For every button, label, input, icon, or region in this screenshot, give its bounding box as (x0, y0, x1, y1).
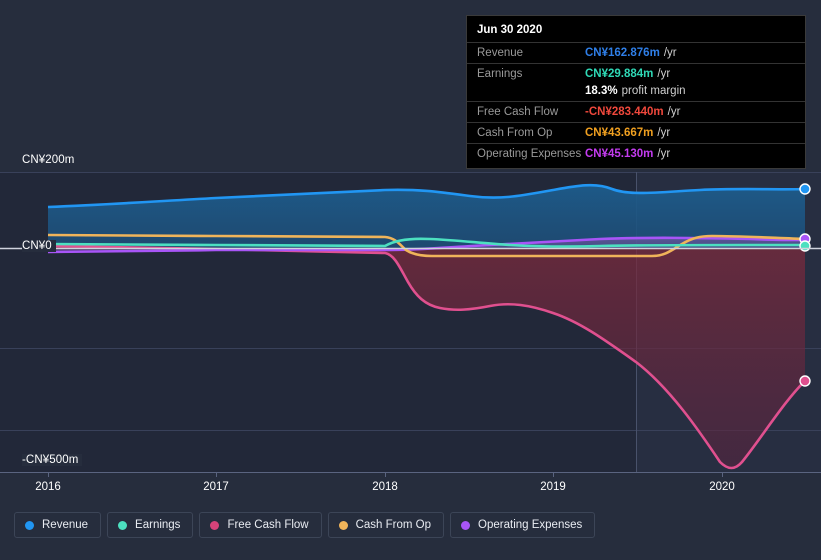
legend-dot-free-cash-flow-icon (210, 520, 220, 530)
tooltip-row-operating-expenses: Operating Expenses CN¥45.130m /yr (467, 143, 805, 164)
legend-item-revenue[interactable]: Revenue (14, 512, 102, 538)
chart-tooltip: Jun 30 2020 Revenue CN¥162.876m /yr Earn… (466, 15, 806, 169)
tooltip-row-cash-from-op: Cash From Op CN¥43.667m /yr (467, 122, 805, 143)
y-axis-label-minus500m: -CN¥500m (22, 454, 83, 466)
x-axis-label-2019: 2019 (540, 481, 566, 493)
tooltip-label-cash-from-op: Cash From Op (477, 127, 553, 139)
tooltip-label-revenue: Revenue (477, 47, 524, 59)
tooltip-value-earnings: CN¥29.884m (585, 68, 654, 80)
tooltip-row-revenue: Revenue CN¥162.876m /yr (467, 42, 805, 63)
x-axis-label-2018: 2018 (372, 481, 398, 493)
tooltip-value-profit-margin: 18.3% (585, 85, 618, 97)
tooltip-row-earnings: Earnings CN¥29.884m /yr (467, 63, 805, 84)
x-axis-label-2020: 2020 (709, 481, 735, 493)
legend-item-earnings[interactable]: Earnings (107, 512, 194, 538)
tooltip-unit-profit-margin: profit margin (621, 85, 686, 97)
legend-label-free-cash-flow: Free Cash Flow (227, 519, 309, 531)
tooltip-value-free-cash-flow: -CN¥283.440m (585, 106, 664, 118)
legend-label-operating-expenses: Operating Expenses (478, 519, 583, 531)
tooltip-unit-free-cash-flow: /yr (667, 106, 681, 118)
tooltip-row-profit-margin: 18.3% profit margin (467, 84, 805, 101)
tooltip-unit-earnings: /yr (657, 68, 671, 80)
x-axis-label-2016: 2016 (35, 481, 61, 493)
tooltip-value-cash-from-op: CN¥43.667m (585, 127, 654, 139)
legend-label-earnings: Earnings (135, 519, 181, 531)
tooltip-value-revenue: CN¥162.876m (585, 47, 660, 59)
tooltip-unit-revenue: /yr (663, 47, 677, 59)
tooltip-row-free-cash-flow: Free Cash Flow -CN¥283.440m /yr (467, 101, 805, 122)
legend-dot-revenue-icon (25, 520, 34, 530)
legend-dot-earnings-icon (118, 520, 128, 530)
y-axis-label-zero: CN¥0 (22, 240, 56, 252)
tooltip-date: Jun 30 2020 (477, 24, 543, 36)
tooltip-label-free-cash-flow: Free Cash Flow (477, 106, 559, 118)
legend-label-revenue: Revenue (42, 519, 89, 531)
endpoint-revenue (799, 183, 811, 195)
legend-item-operating-expenses[interactable]: Operating Expenses (450, 512, 596, 538)
chart-legend: Revenue Earnings Free Cash Flow Cash Fro… (14, 512, 596, 538)
legend-dot-cash-from-op-icon (338, 520, 348, 530)
tooltip-unit-cash-from-op: /yr (657, 127, 671, 139)
tooltip-unit-operating-expenses: /yr (657, 148, 671, 160)
x-axis-label-2017: 2017 (203, 481, 229, 493)
legend-label-cash-from-op: Cash From Op (355, 519, 432, 531)
legend-item-free-cash-flow[interactable]: Free Cash Flow (199, 512, 322, 538)
endpoint-earnings (799, 240, 811, 252)
tooltip-value-operating-expenses: CN¥45.130m (585, 148, 654, 160)
tooltip-label-operating-expenses: Operating Expenses (477, 148, 582, 160)
legend-dot-operating-expenses-icon (461, 520, 471, 530)
financial-chart-widget: CN¥200m CN¥0 -CN¥500m 2016 2017 2018 201… (0, 0, 821, 560)
endpoint-free-cash-flow (799, 375, 811, 387)
tooltip-label-earnings: Earnings (477, 68, 523, 80)
y-axis-label-200m: CN¥200m (22, 154, 79, 166)
legend-item-cash-from-op[interactable]: Cash From Op (327, 512, 445, 538)
